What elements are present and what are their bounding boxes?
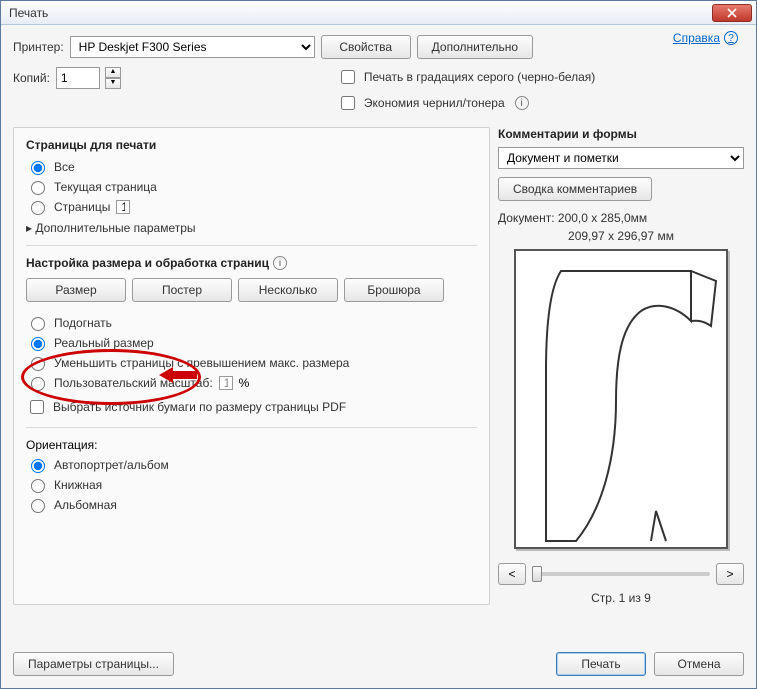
orient-portrait-label: Книжная [54, 478, 102, 492]
pages-all-label: Все [54, 160, 75, 174]
comments-title: Комментарии и формы [498, 127, 744, 141]
size-button[interactable]: Размер [26, 278, 126, 302]
economy-label: Экономия чернил/тонера [364, 96, 505, 110]
copies-group: Копий: ▲ ▼ [13, 67, 121, 89]
shrink-radio[interactable] [31, 357, 45, 371]
copies-options-row: Копий: ▲ ▼ Печать в градациях серого (че… [13, 67, 744, 119]
chevron-left-icon: < [508, 567, 515, 581]
page-slider[interactable] [532, 572, 710, 576]
window-title: Печать [9, 6, 712, 20]
next-page-button[interactable]: > [716, 563, 744, 585]
cancel-button[interactable]: Отмена [654, 652, 744, 676]
spinner-up-icon[interactable]: ▲ [105, 67, 121, 78]
fit-label: Подогнать [54, 316, 112, 330]
advanced-button[interactable]: Дополнительно [417, 35, 533, 59]
shrink-label: Уменьшить страницы с превышением макс. р… [54, 356, 349, 370]
grayscale-checkbox[interactable] [341, 70, 355, 84]
print-button[interactable]: Печать [556, 652, 646, 676]
left-panel: Страницы для печати Все Текущая страница… [13, 127, 490, 605]
properties-button[interactable]: Свойства [321, 35, 411, 59]
pages-all-radio[interactable] [31, 161, 45, 175]
dialog-body: Справка ? Принтер: HP Deskjet F300 Serie… [1, 25, 756, 688]
custom-scale-label: Пользовательский масштаб: [54, 376, 213, 390]
pages-current-radio[interactable] [31, 181, 45, 195]
percent-label: % [239, 376, 250, 390]
page-indicator: Стр. 1 из 9 [498, 591, 744, 605]
custom-scale-radio[interactable] [31, 377, 45, 391]
print-dialog: Печать Справка ? Принтер: HP Deskjet F30… [0, 0, 757, 689]
orient-landscape-label: Альбомная [54, 498, 117, 512]
economy-checkbox[interactable] [341, 96, 355, 110]
help-link[interactable]: Справка ? [673, 31, 738, 45]
actual-size-label: Реальный размер [54, 336, 154, 350]
chevron-right-icon: > [726, 567, 733, 581]
poster-button[interactable]: Постер [132, 278, 232, 302]
printer-select[interactable]: HP Deskjet F300 Series [70, 36, 315, 58]
orient-auto-radio[interactable] [31, 459, 45, 473]
page-setup-button[interactable]: Параметры страницы... [13, 652, 174, 676]
print-options-group: Печать в градациях серого (черно-белая) … [337, 67, 595, 119]
document-dimensions: Документ: 200,0 x 285,0мм [498, 211, 744, 225]
copies-label: Копий: [13, 71, 50, 85]
prev-page-button[interactable]: < [498, 563, 526, 585]
custom-scale-input [219, 376, 233, 390]
close-icon [727, 8, 737, 18]
actual-size-radio[interactable] [31, 337, 45, 351]
separator [26, 245, 477, 246]
multiple-button[interactable]: Несколько [238, 278, 338, 302]
comments-select[interactable]: Документ и пометки [498, 147, 744, 169]
info-icon[interactable]: i [515, 96, 529, 110]
right-panel: Комментарии и формы Документ и пометки С… [498, 127, 744, 605]
comments-summary-button[interactable]: Сводка комментариев [498, 177, 652, 201]
paper-source-label: Выбрать источник бумаги по размеру стран… [53, 400, 346, 414]
copies-input[interactable] [56, 67, 100, 89]
slider-thumb[interactable] [532, 566, 542, 582]
close-button[interactable] [712, 4, 752, 22]
help-label: Справка [673, 31, 720, 45]
sizing-buttons: Размер Постер Несколько Брошюра [26, 278, 477, 302]
preview-pattern-icon [516, 251, 726, 547]
pages-range-input[interactable] [116, 200, 130, 214]
copies-spinner[interactable]: ▲ ▼ [105, 67, 121, 89]
orient-portrait-radio[interactable] [31, 479, 45, 493]
printer-row: Принтер: HP Deskjet F300 Series Свойства… [13, 35, 744, 59]
pages-title: Страницы для печати [26, 138, 477, 152]
paper-source-checkbox[interactable] [30, 400, 44, 414]
titlebar: Печать [1, 1, 756, 25]
fit-radio[interactable] [31, 317, 45, 331]
footer: Параметры страницы... Печать Отмена [13, 652, 744, 676]
main-columns: Страницы для печати Все Текущая страница… [13, 127, 744, 605]
orient-landscape-radio[interactable] [31, 499, 45, 513]
grayscale-label: Печать в градациях серого (черно-белая) [364, 70, 595, 84]
separator [26, 427, 477, 428]
page-dimensions: 209,97 x 296,97 мм [498, 229, 744, 243]
sizing-title: Настройка размера и обработка страниц [26, 256, 269, 270]
more-options-expander[interactable]: Дополнительные параметры [26, 221, 477, 235]
pages-range-radio[interactable] [31, 201, 45, 215]
orient-auto-label: Автопортрет/альбом [54, 458, 169, 472]
info-icon[interactable]: i [273, 256, 287, 270]
spinner-down-icon[interactable]: ▼ [105, 78, 121, 89]
printer-label: Принтер: [13, 40, 64, 54]
pages-range-label: Страницы [54, 200, 110, 214]
print-preview [514, 249, 728, 549]
orientation-title: Ориентация: [26, 438, 477, 452]
preview-nav: < > [498, 563, 744, 585]
booklet-button[interactable]: Брошюра [344, 278, 444, 302]
pages-current-label: Текущая страница [54, 180, 157, 194]
help-icon: ? [724, 31, 738, 45]
